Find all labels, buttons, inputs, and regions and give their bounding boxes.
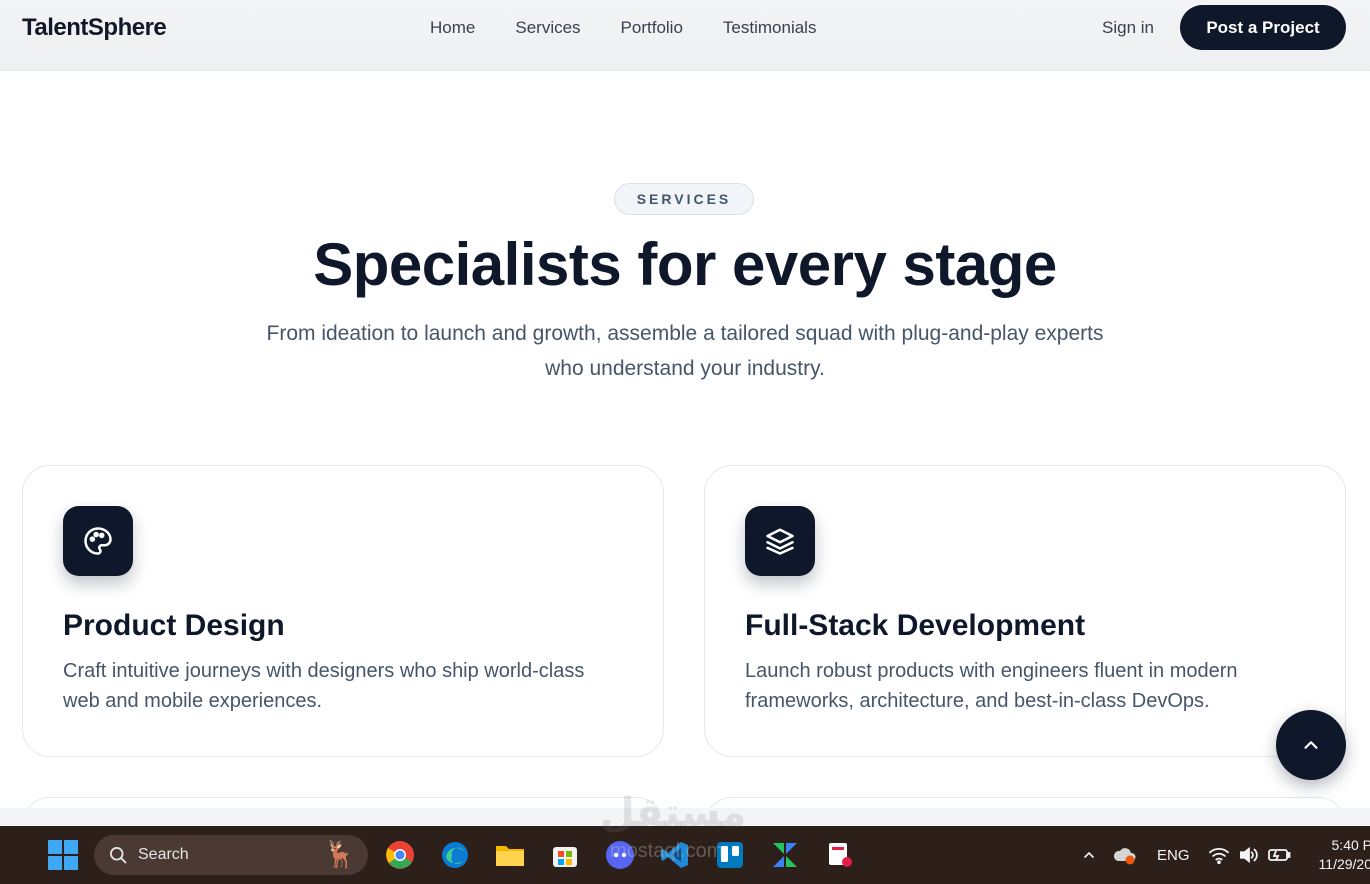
main-nav: Home Services Portfolio Testimonials	[430, 18, 816, 38]
card-title: Full-Stack Development	[745, 609, 1086, 642]
system-clock[interactable]: 5:40 P 11/29/20	[1310, 836, 1370, 874]
clock-time: 5:40 P	[1331, 837, 1370, 853]
taskbar-search[interactable]: Search 🦌	[94, 835, 368, 875]
watermark-url: mostaql.com	[610, 840, 724, 862]
nav-link-home[interactable]: Home	[430, 18, 475, 38]
nav-link-testimonials[interactable]: Testimonials	[723, 18, 817, 38]
card-title: Product Design	[63, 609, 285, 642]
section-headline: Specialists for every stage	[313, 231, 1057, 298]
card-description: Craft intuitive journeys with designers …	[63, 660, 585, 712]
volume-icon[interactable]	[1232, 838, 1266, 872]
brand-logo[interactable]: TalentSphere	[22, 14, 167, 42]
layers-icon	[745, 506, 815, 576]
chrome-icon[interactable]	[383, 838, 417, 872]
section-subheading: From ideation to launch and growth, asse…	[266, 322, 1104, 380]
service-card-product-design: Product Design Craft intuitive journeys …	[22, 465, 664, 757]
battery-icon[interactable]	[1262, 838, 1296, 872]
watermark-logo: مستقل	[600, 791, 747, 835]
edge-icon[interactable]	[438, 838, 472, 872]
snipping-tool-icon[interactable]	[823, 838, 857, 872]
search-icon	[110, 847, 127, 864]
card-description: Launch robust products with engineers fl…	[745, 660, 1238, 712]
language-indicator[interactable]: ENG	[1157, 847, 1190, 864]
post-project-button[interactable]: Post a Project	[1180, 5, 1346, 50]
nav-link-services[interactable]: Services	[515, 18, 580, 38]
chevron-up-icon	[1304, 741, 1318, 749]
clock-date: 11/29/20	[1318, 856, 1370, 872]
file-explorer-icon[interactable]	[493, 838, 527, 872]
store-icon[interactable]	[548, 838, 582, 872]
app-icon[interactable]	[768, 838, 802, 872]
sign-in-link[interactable]: Sign in	[1102, 18, 1154, 38]
top-navbar: TalentSphere Home Services Portfolio Tes…	[0, 0, 1370, 71]
tray-overflow-icon[interactable]	[1072, 838, 1106, 872]
wifi-icon[interactable]	[1202, 838, 1236, 872]
nav-link-portfolio[interactable]: Portfolio	[621, 18, 683, 38]
scroll-to-top-button[interactable]	[1276, 710, 1346, 780]
onedrive-warning-icon[interactable]	[1108, 838, 1142, 872]
search-placeholder: Search	[138, 846, 189, 863]
palette-icon	[63, 506, 133, 576]
deer-icon: 🦌	[323, 839, 356, 869]
windows-start-icon[interactable]	[48, 840, 78, 870]
section-badge: SERVICES	[614, 183, 754, 215]
service-card-full-stack: Full-Stack Development Launch robust pro…	[704, 465, 1346, 757]
